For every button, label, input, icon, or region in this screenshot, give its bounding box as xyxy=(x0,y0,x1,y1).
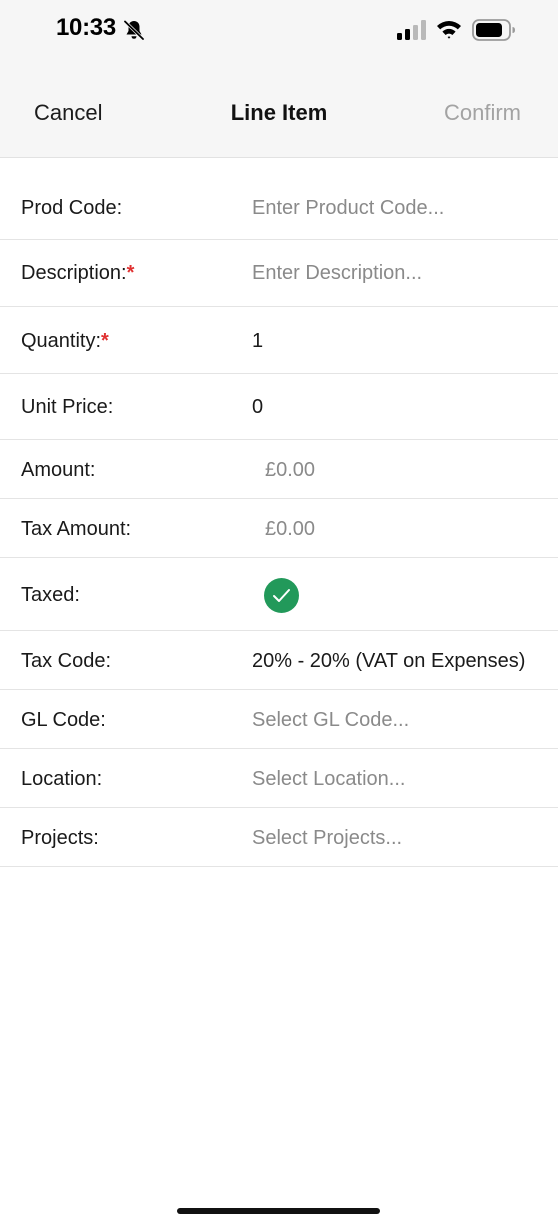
bell-slash-icon xyxy=(123,20,145,41)
cellular-signal-icon xyxy=(397,20,426,40)
prod-code-input[interactable] xyxy=(252,195,558,221)
quantity-label: Quantity:* xyxy=(21,330,109,353)
required-asterisk: * xyxy=(126,262,135,284)
taxed-checkbox[interactable] xyxy=(264,578,299,613)
description-input[interactable] xyxy=(252,260,558,286)
description-row: Description:* xyxy=(0,240,558,307)
taxed-label: Taxed: xyxy=(21,584,80,606)
description-label: Description:* xyxy=(21,262,134,285)
tax-code-label: Tax Code: xyxy=(21,650,112,672)
confirm-button[interactable]: Confirm xyxy=(444,100,521,126)
projects-label: Projects: xyxy=(21,827,99,849)
location-row[interactable]: Location: Select Location... xyxy=(0,749,558,808)
gl-code-select[interactable]: Select GL Code... xyxy=(252,709,558,732)
unit-price-row: Unit Price: xyxy=(0,374,558,440)
unit-price-input[interactable] xyxy=(252,394,558,420)
checkmark-icon xyxy=(273,589,290,602)
projects-select[interactable]: Select Projects... xyxy=(252,827,558,850)
amount-value: £0.00 xyxy=(265,459,316,481)
tax-amount-value: £0.00 xyxy=(265,518,316,540)
amount-row: Amount: £0.00 xyxy=(0,440,558,499)
top-bar: 10:33 Cancel Line Item Confirm xyxy=(0,0,558,158)
taxed-row: Taxed: xyxy=(0,558,558,631)
tax-code-row[interactable]: Tax Code: 20% - 20% (VAT on Expenses) xyxy=(0,631,558,690)
battery-icon xyxy=(472,19,515,41)
amount-label: Amount: xyxy=(21,459,96,481)
quantity-label-text: Quantity: xyxy=(21,330,102,352)
line-item-form: Prod Code: Description:* Quantity:* Unit… xyxy=(0,158,558,867)
tax-amount-label: Tax Amount: xyxy=(21,518,132,540)
quantity-input[interactable] xyxy=(252,328,558,354)
line-item-screen: 10:33 Cancel Line Item Confirm Prod Code… xyxy=(0,0,558,1218)
cancel-button[interactable]: Cancel xyxy=(34,100,102,126)
prod-code-label: Prod Code: xyxy=(21,197,123,219)
projects-row[interactable]: Projects: Select Projects... xyxy=(0,808,558,867)
location-select[interactable]: Select Location... xyxy=(252,768,558,791)
tax-amount-row: Tax Amount: £0.00 xyxy=(0,499,558,558)
home-indicator[interactable] xyxy=(177,1208,380,1214)
required-asterisk: * xyxy=(101,330,109,352)
gl-code-row[interactable]: GL Code: Select GL Code... xyxy=(0,690,558,749)
wifi-icon xyxy=(437,21,461,39)
status-time: 10:33 xyxy=(56,14,116,41)
prod-code-row: Prod Code: xyxy=(0,158,558,240)
tax-code-value[interactable]: 20% - 20% (VAT on Expenses) xyxy=(252,650,558,673)
location-label: Location: xyxy=(21,768,103,790)
quantity-row: Quantity:* xyxy=(0,307,558,374)
gl-code-label: GL Code: xyxy=(21,709,106,731)
description-label-text: Description: xyxy=(21,262,127,284)
unit-price-label: Unit Price: xyxy=(21,396,114,418)
